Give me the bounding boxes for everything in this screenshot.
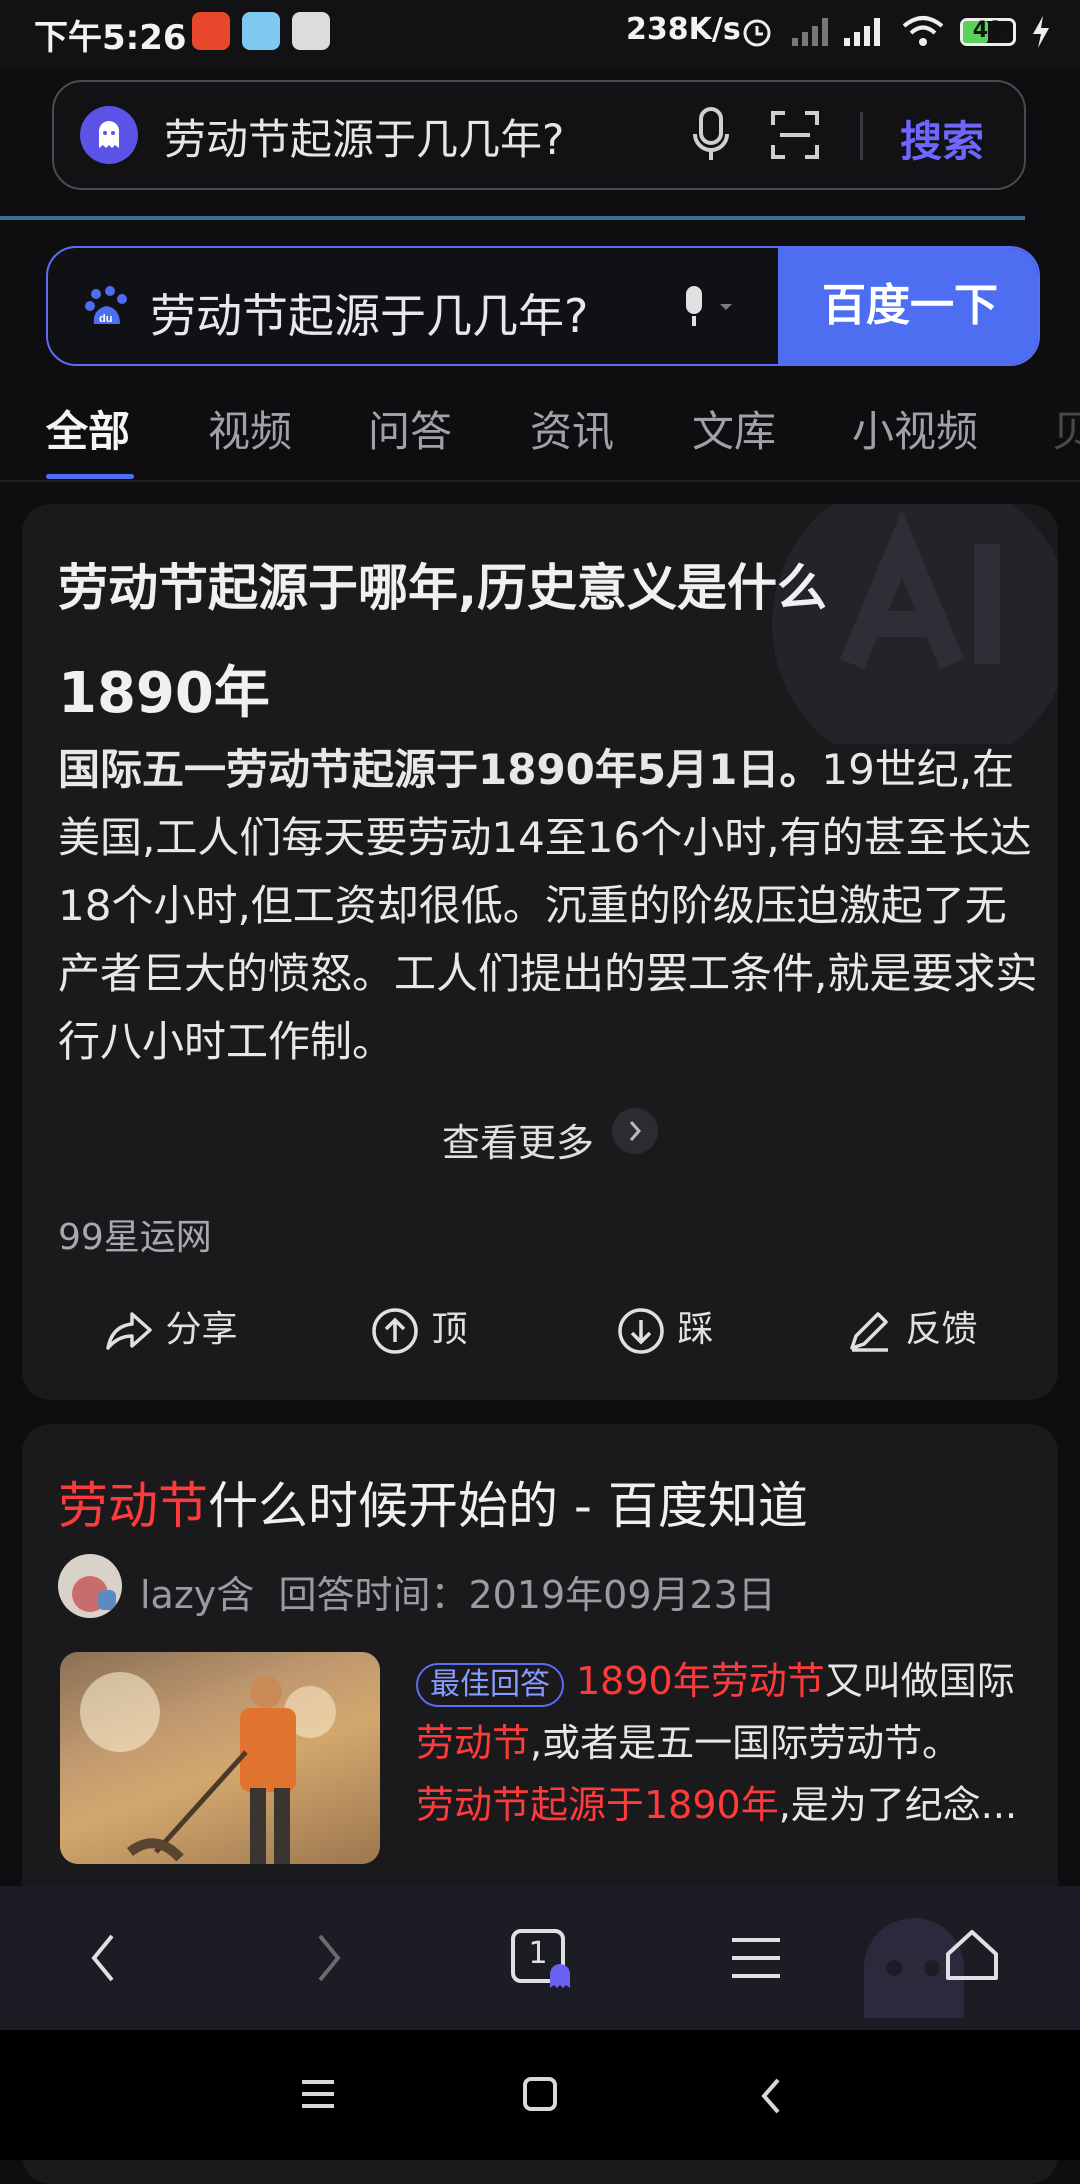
chevron-right-icon bbox=[629, 1121, 642, 1141]
browser-bottom-nav: 1 bbox=[0, 1886, 1080, 2030]
ai-answer-text: 国际五一劳动节起源于1890年5月1日。19世纪,在美国,工人们每天要劳动14至… bbox=[58, 736, 1038, 1076]
tab-library[interactable]: 文库 bbox=[692, 398, 776, 459]
ai-answer-title: 劳动节起源于哪年,历史意义是什么 bbox=[58, 559, 827, 617]
baidu-search-box[interactable]: du 劳动节起源于几几年? 百度一下 bbox=[46, 246, 1040, 366]
share-label: 分享 bbox=[165, 1309, 238, 1350]
browser-address-bar[interactable]: 劳动节起源于几几年? 搜索 bbox=[52, 80, 1026, 190]
view-more-button[interactable] bbox=[612, 1108, 658, 1154]
system-home-icon[interactable] bbox=[522, 2076, 558, 2112]
browser-logo-icon bbox=[80, 106, 138, 164]
avatar bbox=[58, 1554, 122, 1618]
baidu-search-button[interactable]: 百度一下 bbox=[778, 248, 1038, 364]
divider bbox=[0, 480, 1080, 482]
battery-percent: 49 bbox=[972, 18, 1004, 43]
snippet-text: 又叫做国际 bbox=[824, 1659, 1015, 1703]
forward-icon[interactable] bbox=[308, 1930, 348, 1986]
voice-icon[interactable] bbox=[690, 106, 732, 166]
result-title-highlight: 劳动节 bbox=[58, 1477, 208, 1535]
share-icon bbox=[106, 1312, 152, 1350]
ai-watermark-icon bbox=[772, 504, 1058, 744]
network-speed: 238K/s bbox=[626, 12, 741, 47]
wifi-icon bbox=[902, 16, 944, 46]
baidu-paw-icon: du bbox=[85, 286, 127, 325]
snippet-text: ,或者是五一国际劳动节。 bbox=[530, 1721, 961, 1765]
snippet-highlight: 1890年劳动节 bbox=[576, 1659, 825, 1703]
snippet-highlight: 劳动节起源于1890年 bbox=[416, 1783, 779, 1827]
result-thumbnail[interactable] bbox=[60, 1652, 380, 1864]
recents-icon[interactable] bbox=[300, 2078, 336, 2112]
charging-icon bbox=[1033, 16, 1049, 48]
tab-count: 1 bbox=[528, 1936, 548, 1971]
status-time: 下午5:26 bbox=[34, 18, 187, 58]
tabs-button[interactable]: 1 bbox=[510, 1928, 570, 1988]
snippet-highlight: 劳动节 bbox=[416, 1721, 531, 1765]
tab-qa[interactable]: 问答 bbox=[368, 398, 452, 459]
divider bbox=[860, 112, 863, 160]
result-snippet: 最佳回答 1890年劳动节又叫做国际劳动节,或者是五一国际劳动节。劳动节起源于18… bbox=[416, 1650, 1036, 1836]
tab-short-video[interactable]: 小视频 bbox=[852, 398, 978, 459]
search-button[interactable]: 搜索 bbox=[900, 108, 984, 169]
best-answer-badge: 最佳回答 bbox=[416, 1663, 564, 1707]
signal-icon bbox=[844, 18, 880, 46]
ai-answer-source: 99星运网 bbox=[58, 1217, 212, 1258]
loading-progress-bar bbox=[0, 216, 1025, 220]
scan-icon[interactable] bbox=[770, 110, 820, 160]
menu-icon[interactable] bbox=[728, 1934, 784, 1982]
ai-answer-lead: 国际五一劳动节起源于1890年5月1日。 bbox=[58, 745, 822, 794]
result-title-link[interactable]: 劳动节什么时候开始的 - 百度知道 bbox=[58, 1466, 808, 1538]
signal-icon bbox=[792, 18, 828, 46]
mi-notification-icon bbox=[292, 12, 330, 50]
arrow-down-circle-icon bbox=[618, 1308, 664, 1354]
battery-indicator: 49 bbox=[960, 18, 1016, 46]
browser-query[interactable]: 劳动节起源于几几年? bbox=[164, 106, 564, 167]
worker-sweeping-image bbox=[60, 1652, 380, 1864]
tab-all[interactable]: 全部 bbox=[46, 398, 130, 459]
system-navigation-bar bbox=[0, 2030, 1080, 2160]
downvote-label: 踩 bbox=[677, 1309, 714, 1350]
tab-active-indicator bbox=[46, 474, 134, 479]
alarm-icon bbox=[743, 19, 771, 47]
result-title-text: 什么时候开始的 - 百度知道 bbox=[208, 1477, 808, 1535]
arrow-up-circle-icon bbox=[372, 1308, 418, 1354]
system-back-icon[interactable] bbox=[756, 2076, 786, 2116]
baidu-query-input[interactable]: 劳动节起源于几几年? bbox=[150, 280, 588, 346]
home-icon[interactable] bbox=[942, 1926, 1002, 1986]
app-notification-icon bbox=[242, 12, 280, 50]
tab-news[interactable]: 资讯 bbox=[530, 398, 614, 459]
voice-dropdown-icon[interactable] bbox=[678, 284, 738, 332]
status-bar: 下午5:26 238K/s 49 bbox=[0, 0, 1080, 70]
tab-partial[interactable]: 贝 bbox=[1052, 398, 1080, 459]
svg-text:du: du bbox=[99, 313, 112, 325]
upvote-label: 顶 bbox=[431, 1309, 468, 1350]
feedback-label: 反馈 bbox=[905, 1309, 978, 1350]
result-user: lazy含 bbox=[140, 1573, 255, 1617]
answer-time: 回答时间：2019年09月23日 bbox=[278, 1573, 776, 1617]
feedback-button[interactable]: 反馈 bbox=[844, 1300, 977, 1356]
downvote-button[interactable]: 踩 bbox=[616, 1300, 713, 1356]
view-more-link[interactable]: 查看更多 bbox=[442, 1112, 594, 1167]
share-button[interactable]: 分享 bbox=[104, 1300, 237, 1354]
upvote-button[interactable]: 顶 bbox=[370, 1300, 467, 1356]
ai-answer-card: 劳动节起源于哪年,历史意义是什么 1890年 国际五一劳动节起源于1890年5月… bbox=[22, 504, 1058, 1400]
ai-answer-highlight: 1890年 bbox=[58, 661, 270, 726]
back-icon[interactable] bbox=[84, 1930, 124, 1986]
snippet-text: ,是为了纪念... bbox=[778, 1783, 1018, 1827]
tab-video[interactable]: 视频 bbox=[208, 398, 292, 459]
result-meta: lazy含 回答时间：2019年09月23日 bbox=[140, 1564, 776, 1619]
pencil-icon bbox=[850, 1312, 888, 1352]
app-notification-icon bbox=[192, 12, 230, 50]
